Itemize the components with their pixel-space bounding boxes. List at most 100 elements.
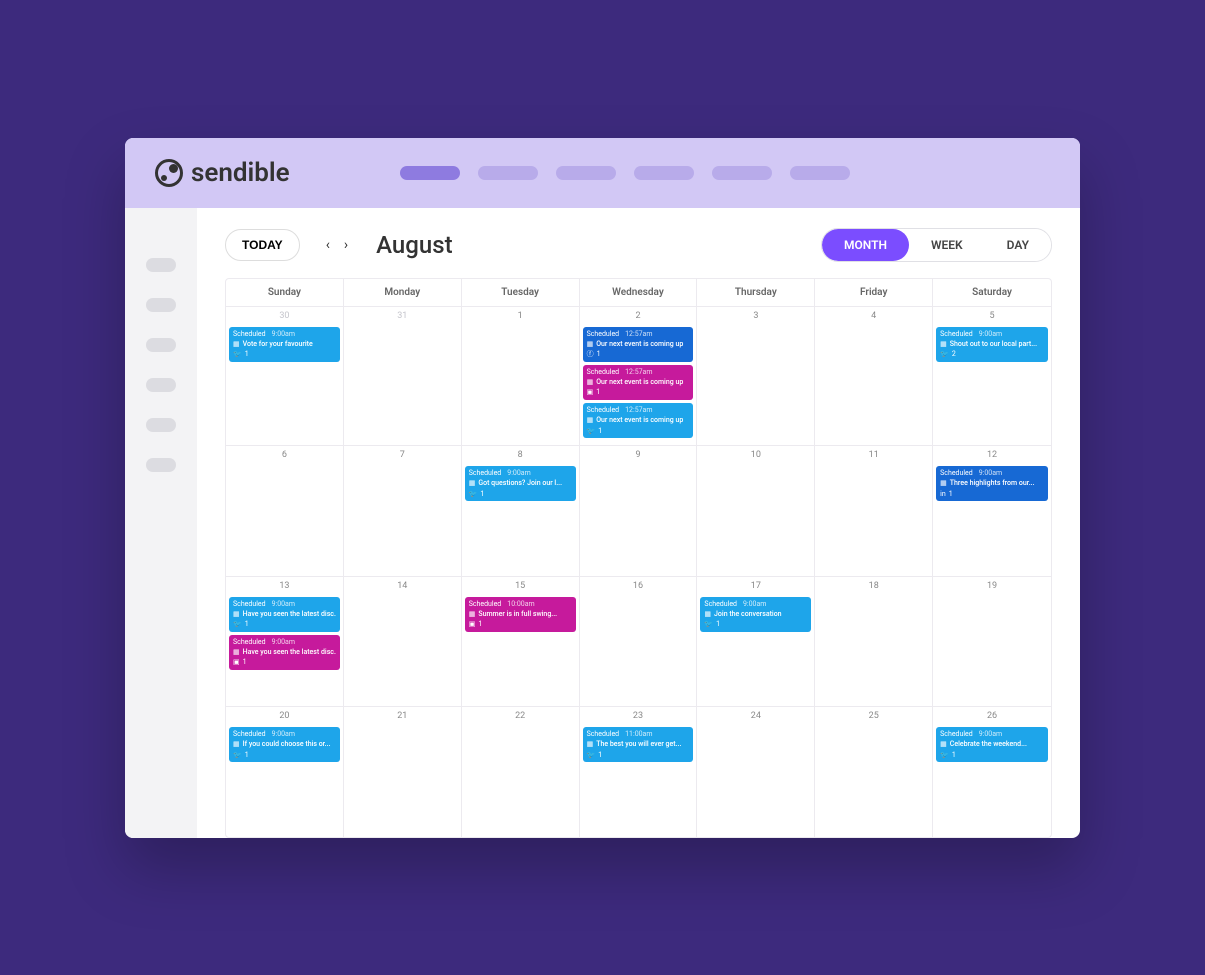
calendar-event[interactable]: Scheduled11:00am ▦The best you will ever … <box>583 727 694 762</box>
day-cell[interactable]: 7 <box>344 446 462 576</box>
day-cell[interactable]: 14 <box>344 577 462 707</box>
day-cell[interactable]: 1 <box>462 307 580 446</box>
event-header: Scheduled9:00am <box>940 330 1044 338</box>
event-service-row: 🐦1 <box>233 620 336 628</box>
day-cell[interactable]: 25 <box>815 707 933 837</box>
event-time: 9:00am <box>979 730 1002 738</box>
day-cell[interactable]: 15Scheduled10:00am▦Summer is in full swi… <box>462 577 580 707</box>
facebook-icon: ⓕ <box>587 350 594 358</box>
topbar: sendible <box>125 138 1080 208</box>
view-day-button[interactable]: DAY <box>985 229 1051 261</box>
nav-pill[interactable] <box>400 166 460 180</box>
event-header: Scheduled9:00am <box>233 330 336 338</box>
app-window: sendible TODAY ‹ › <box>125 138 1080 838</box>
day-number: 2 <box>583 311 694 321</box>
event-status: Scheduled <box>587 406 620 414</box>
view-toggle: MONTH WEEK DAY <box>821 228 1052 262</box>
event-time: 9:00am <box>979 330 1002 338</box>
calendar-event[interactable]: Scheduled9:00am▦Join the conversation🐦1 <box>700 597 811 632</box>
nav-pill[interactable] <box>712 166 772 180</box>
day-cell[interactable]: 17Scheduled9:00am▦Join the conversation🐦… <box>697 577 815 707</box>
day-cell[interactable]: 19 <box>933 577 1051 707</box>
next-month-icon[interactable]: › <box>340 233 352 257</box>
dow-row: SundayMondayTuesdayWednesdayThursdayFrid… <box>226 279 1051 307</box>
day-cell[interactable]: 31 <box>344 307 462 446</box>
body: TODAY ‹ › August MONTH WEEK DAY SundayMo… <box>125 208 1080 838</box>
event-title: ▦Join the conversation <box>704 610 807 618</box>
event-status: Scheduled <box>233 730 266 738</box>
sidebar-item[interactable] <box>146 378 176 392</box>
day-cell[interactable]: 2 Scheduled12:57am ▦Our next event is comi… <box>580 307 698 446</box>
instagram-icon: ▣ <box>233 658 240 666</box>
event-title: ▦Have you seen the latest disc... <box>233 610 336 618</box>
calendar-event[interactable]: Scheduled9:00am▦If you could choose this… <box>229 727 340 762</box>
day-number: 13 <box>229 581 340 591</box>
dow-cell: Thursday <box>697 279 815 307</box>
calendar-event[interactable]: Scheduled9:00am▦Three highlights from ou… <box>936 466 1048 501</box>
nav-pill[interactable] <box>478 166 538 180</box>
event-count: 1 <box>597 350 601 358</box>
day-number: 26 <box>936 711 1048 721</box>
day-cell[interactable]: 20Scheduled9:00am▦If you could choose th… <box>226 707 344 837</box>
day-cell[interactable]: 21 <box>344 707 462 837</box>
day-cell[interactable]: 16 <box>580 577 698 707</box>
day-cell[interactable]: 13 Scheduled9:00am▦Have you seen the late… <box>226 577 344 707</box>
calendar-event[interactable]: Scheduled12:57am ▦Our next event is comin… <box>583 327 694 362</box>
calendar-event[interactable]: Scheduled9:00am▦Have you seen the latest… <box>229 597 340 632</box>
calendar-event[interactable]: Scheduled9:00am▦Have you seen the latest… <box>229 635 340 670</box>
sidebar-item[interactable] <box>146 458 176 472</box>
twitter-icon: 🐦 <box>469 490 478 498</box>
event-title: ▦Got questions? Join our l... <box>469 479 572 487</box>
calendar-event[interactable]: Scheduled9:00am▦Got questions? Join our … <box>465 466 576 501</box>
day-cell[interactable]: 24 <box>697 707 815 837</box>
day-cell[interactable]: 30Scheduled9:00am▦Vote for your favourit… <box>226 307 344 446</box>
calendar-event[interactable]: Scheduled12:57am▦Our next event is comin… <box>583 365 694 400</box>
gallery-icon: ▦ <box>233 340 240 348</box>
event-status: Scheduled <box>587 730 620 738</box>
day-cell[interactable]: 12Scheduled9:00am▦Three highlights from … <box>933 446 1051 576</box>
event-title: ▦The best you will ever get... <box>587 740 690 748</box>
calendar-event[interactable]: Scheduled9:00am▦Vote for your favourite🐦… <box>229 327 340 362</box>
day-cell[interactable]: 22 <box>462 707 580 837</box>
day-cell[interactable]: 11 <box>815 446 933 576</box>
sidebar-item[interactable] <box>146 258 176 272</box>
day-cell[interactable]: 5Scheduled9:00am▦Shout out to our local … <box>933 307 1051 446</box>
day-cell[interactable]: 10 <box>697 446 815 576</box>
event-title: ▦Our next event is coming up <box>587 340 690 348</box>
event-count: 1 <box>243 658 247 666</box>
event-time: 9:00am <box>272 730 295 738</box>
view-week-button[interactable]: WEEK <box>909 229 985 261</box>
calendar-event[interactable]: Scheduled9:00am▦Celebrate the weekend...… <box>936 727 1048 762</box>
day-number: 19 <box>936 581 1048 591</box>
nav-pill[interactable] <box>556 166 616 180</box>
nav-pill[interactable] <box>634 166 694 180</box>
sidebar-item[interactable] <box>146 418 176 432</box>
dow-cell: Tuesday <box>462 279 580 307</box>
day-cell[interactable]: 3 <box>697 307 815 446</box>
sidebar-item[interactable] <box>146 298 176 312</box>
event-header: Scheduled11:00am <box>587 730 690 738</box>
day-number: 9 <box>583 450 694 460</box>
day-cell[interactable]: 4 <box>815 307 933 446</box>
day-cell[interactable]: 8Scheduled9:00am▦Got questions? Join our… <box>462 446 580 576</box>
nav-pill[interactable] <box>790 166 850 180</box>
event-count: 1 <box>598 751 602 759</box>
day-cell[interactable]: 6 <box>226 446 344 576</box>
calendar-event[interactable]: Scheduled10:00am▦Summer is in full swing… <box>465 597 576 632</box>
day-cell[interactable]: 18 <box>815 577 933 707</box>
event-service-row: 🐦1 <box>704 620 807 628</box>
prev-month-icon[interactable]: ‹ <box>322 233 334 257</box>
calendar-event[interactable]: Scheduled9:00am▦Shout out to our local p… <box>936 327 1048 362</box>
view-month-button[interactable]: MONTH <box>822 229 909 261</box>
event-status: Scheduled <box>940 730 973 738</box>
day-cell[interactable]: 23Scheduled11:00am▦The best you will eve… <box>580 707 698 837</box>
event-service-row: 🐦1 <box>469 490 572 498</box>
today-button[interactable]: TODAY <box>225 229 300 261</box>
day-cell[interactable]: 9 <box>580 446 698 576</box>
gallery-icon: ▦ <box>940 479 947 487</box>
event-header: Scheduled12:57am <box>587 330 690 338</box>
event-title: ▦Summer is in full swing... <box>469 610 572 618</box>
calendar-event[interactable]: Scheduled12:57am▦Our next event is comin… <box>583 403 694 438</box>
sidebar-item[interactable] <box>146 338 176 352</box>
day-cell[interactable]: 26Scheduled9:00am▦Celebrate the weekend.… <box>933 707 1051 837</box>
